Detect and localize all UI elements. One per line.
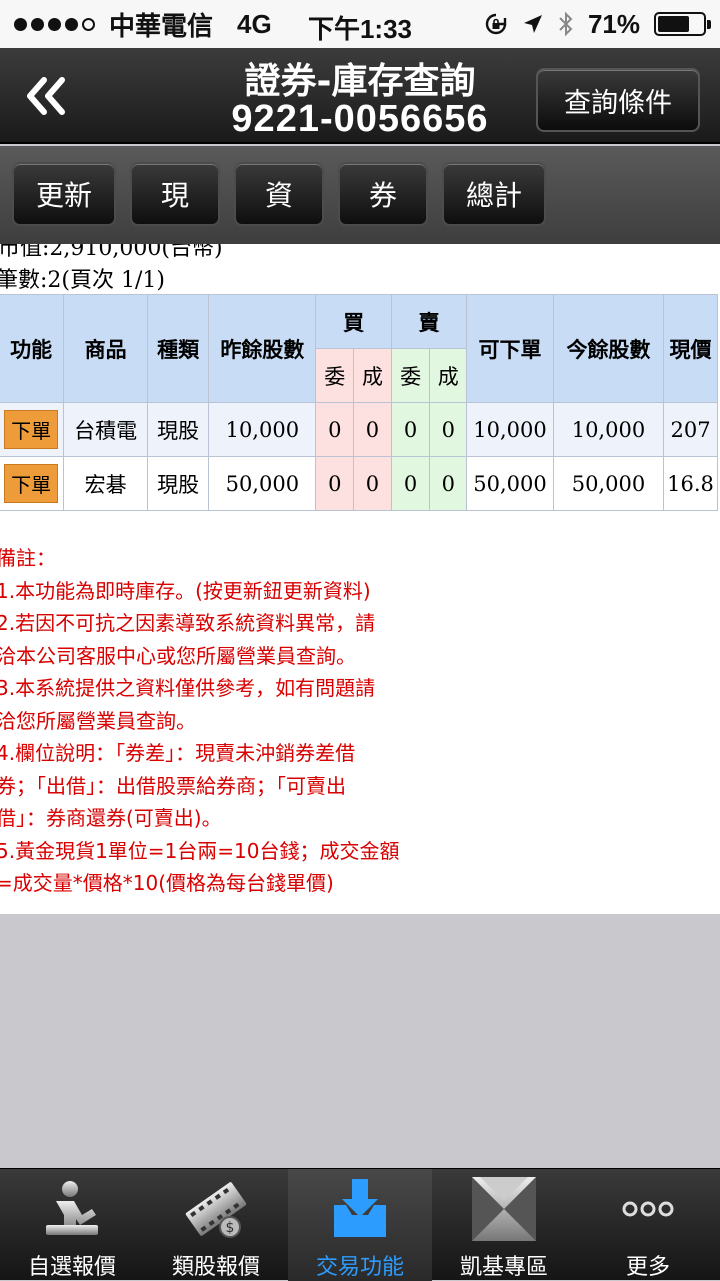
tab-short[interactable]: 券 — [338, 162, 428, 226]
kgi-logo-icon — [472, 1177, 536, 1241]
refresh-button[interactable]: 更新 — [12, 162, 116, 226]
svg-text:$: $ — [226, 1220, 235, 1236]
inventory-table: 功能 商品 種類 昨餘股數 買 賣 可下單 今餘股數 現價 委 成 委 成 下單… — [0, 294, 718, 511]
title-bar: 證券-庫存查詢 9221-0056656 查詢條件 — [0, 48, 720, 144]
product-type: 現股 — [147, 402, 210, 457]
header-today-shares: 今餘股數 — [552, 294, 665, 403]
status-bar: 中華電信 4G 下午1:33 71% — [0, 0, 720, 48]
note-line: 券；「出借」：出借股票給券商；「可賣出 — [0, 773, 346, 798]
bluetooth-icon — [559, 11, 573, 37]
product-name[interactable]: 宏碁 — [63, 456, 149, 511]
note-line: 2.若因不可抗之因素導致系統資料異常，請 — [0, 611, 376, 635]
prev-shares: 10,000 — [208, 402, 317, 457]
header-product: 商品 — [63, 294, 149, 403]
place-order-button[interactable]: 下單 — [4, 410, 59, 449]
header-sell-filled: 成 — [429, 348, 468, 403]
more-dots-icon — [622, 1201, 674, 1217]
tab-total[interactable]: 總計 — [442, 162, 546, 226]
header-sell-pending: 委 — [390, 348, 431, 403]
header-orderable: 可下單 — [466, 294, 554, 403]
market-value-summary: 市值:2,910,000(台幣) — [0, 244, 223, 261]
sell-filled: 0 — [429, 456, 468, 511]
buy-filled: 0 — [353, 402, 392, 457]
note-line: 洽您所屬營業員查詢。 — [0, 708, 196, 733]
nav-label: 更多 — [625, 1255, 670, 1280]
nav-label: 類股報價 — [171, 1255, 260, 1280]
nav-trading[interactable]: 交易功能 — [288, 1169, 432, 1281]
battery-percent: 71% — [587, 8, 640, 39]
buy-filled: 0 — [353, 456, 392, 511]
header-action: 功能 — [0, 294, 65, 403]
header-buy-filled: 成 — [353, 348, 392, 403]
watchlist-person-icon — [46, 1181, 98, 1235]
buy-pending: 0 — [315, 456, 355, 511]
note-line: 備註： — [0, 546, 56, 570]
table-row: 下單 台積電 現股 10,000 0 0 0 0 10,000 10,000 2… — [0, 402, 718, 457]
product-type: 現股 — [147, 456, 210, 511]
nav-sector-quotes[interactable]: $ 類股報價 — [144, 1169, 288, 1281]
orderable-shares: 10,000 — [466, 402, 554, 457]
orderable-shares: 50,000 — [466, 456, 554, 511]
today-shares: 50,000 — [552, 456, 665, 511]
query-conditions-button[interactable]: 查詢條件 — [536, 68, 700, 132]
location-arrow-icon — [523, 15, 542, 33]
buy-pending: 0 — [315, 402, 355, 457]
prev-shares: 50,000 — [208, 456, 317, 511]
note-line: =成交量*價格*10(價格為每台錢單價) — [0, 871, 334, 895]
action-toolbar: 更新 現 資 券 總計 — [0, 146, 720, 244]
note-line: 3.本系統提供之資料僅供參考，如有問題請 — [0, 676, 376, 700]
note-line: 借」：券商還券(可賣出)。 — [0, 806, 222, 830]
nav-label: 自選報價 — [27, 1255, 116, 1280]
battery-icon — [654, 12, 711, 36]
header-buy-pending: 委 — [315, 348, 355, 403]
current-price: 207 — [663, 402, 718, 457]
nav-more[interactable]: 更多 — [576, 1169, 720, 1281]
note-line: 洽本公司客服中心或您所屬營業員查詢。 — [0, 643, 356, 668]
rotation-lock-icon — [485, 13, 507, 35]
header-buy: 買 — [315, 294, 392, 349]
tab-margin[interactable]: 資 — [234, 162, 324, 226]
inventory-content[interactable]: 市值:2,910,000(台幣) 筆數:2(頁次 1/1) 功能 商品 種類 昨… — [0, 244, 720, 914]
note-line: 1.本功能為即時庫存。(按更新鈕更新資料) — [0, 578, 371, 603]
bottom-navigation: 自選報價 $ 類股報價 交易功能 凱基專區 更多 — [0, 1168, 720, 1281]
notes-section: 備註： 1.本功能為即時庫存。(按更新鈕更新資料) 2.若因不可抗之因素導致系統… — [0, 542, 436, 900]
header-type: 種類 — [147, 294, 210, 403]
table-row: 下單 宏碁 現股 50,000 0 0 0 0 50,000 50,000 16… — [0, 456, 718, 511]
film-reel-icon: $ — [185, 1182, 247, 1238]
note-line: 5.黃金現貨1單位=1台兩=10台錢；成交金額 — [0, 838, 400, 863]
sell-pending: 0 — [390, 402, 431, 457]
tab-cash[interactable]: 現 — [130, 162, 220, 226]
current-price: 16.8 — [663, 456, 718, 511]
today-shares: 10,000 — [552, 402, 665, 457]
nav-watchlist[interactable]: 自選報價 — [0, 1169, 144, 1281]
header-sell: 賣 — [390, 294, 468, 349]
sell-pending: 0 — [390, 456, 431, 511]
product-name[interactable]: 台積電 — [63, 402, 149, 457]
nav-kgi-zone[interactable]: 凱基專區 — [432, 1169, 576, 1281]
sell-filled: 0 — [429, 402, 468, 457]
record-count: 筆數:2(頁次 1/1) — [0, 268, 165, 293]
nav-label: 交易功能 — [315, 1255, 404, 1280]
download-tray-icon — [334, 1179, 386, 1237]
header-prev-shares: 昨餘股數 — [208, 294, 317, 403]
place-order-button[interactable]: 下單 — [4, 464, 59, 503]
nav-label: 凱基專區 — [459, 1255, 548, 1280]
note-line: 4.欄位說明：「券差」：現賣未沖銷券差借 — [0, 741, 356, 765]
header-price: 現價 — [663, 294, 718, 403]
